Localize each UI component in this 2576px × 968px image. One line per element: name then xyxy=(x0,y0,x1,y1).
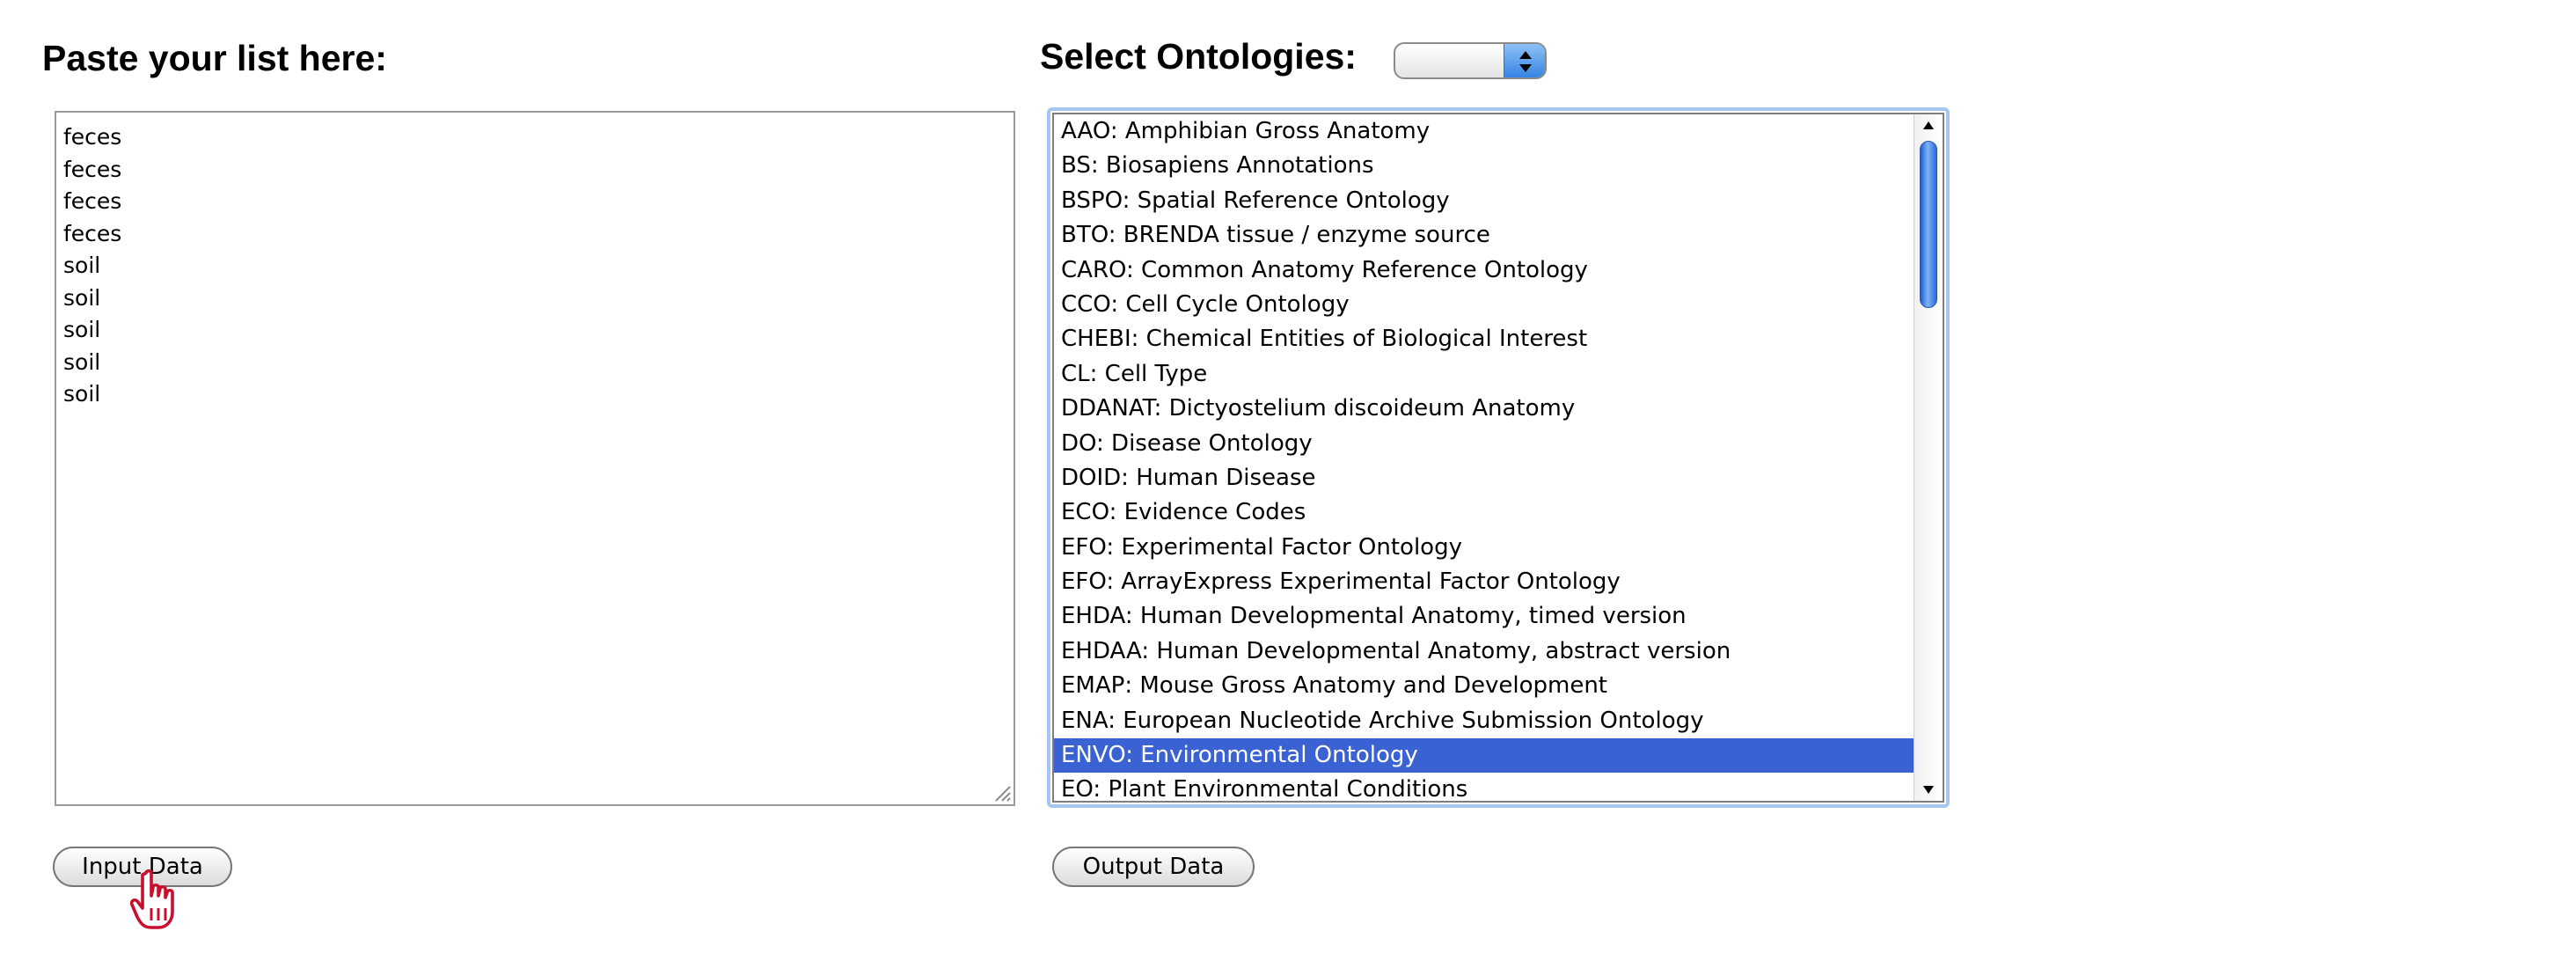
scroll-up-arrow-icon[interactable] xyxy=(1914,114,1943,139)
textarea-line: soil xyxy=(63,284,101,311)
ontology-option[interactable]: DDANAT: Dictyostelium discoideum Anatomy xyxy=(1054,392,1914,426)
textarea-line: feces xyxy=(63,124,122,150)
ontology-option[interactable]: CHEBI: Chemical Entities of Biological I… xyxy=(1054,322,1914,356)
ontology-option[interactable]: EMAP: Mouse Gross Anatomy and Developmen… xyxy=(1054,669,1914,703)
scroll-thumb[interactable] xyxy=(1920,141,1937,308)
paste-list-heading: Paste your list here: xyxy=(42,38,387,78)
ontology-option[interactable]: BS: Biosapiens Annotations xyxy=(1054,149,1914,183)
ontology-option[interactable]: CARO: Common Anatomy Reference Ontology xyxy=(1054,253,1914,288)
ontology-option[interactable]: BSPO: Spatial Reference Ontology xyxy=(1054,184,1914,218)
textarea-content: feces feces feces feces soil soil soil soil soil xyxy=(63,121,1006,411)
ontology-option[interactable]: ENA: European Nucleotide Archive Submiss… xyxy=(1054,704,1914,738)
ontology-option[interactable]: ECO: Evidence Codes xyxy=(1054,495,1914,530)
ontology-option[interactable]: ENVO: Environmental Ontology xyxy=(1054,738,1914,774)
ontology-option[interactable]: CL: Cell Type xyxy=(1054,357,1914,392)
ontology-option[interactable]: CCO: Cell Cycle Ontology xyxy=(1054,288,1914,322)
ontology-option[interactable]: DOID: Human Disease xyxy=(1054,461,1914,495)
textarea-line: feces xyxy=(63,156,122,182)
ontology-option[interactable]: EO: Plant Environmental Conditions xyxy=(1054,773,1914,801)
textarea-line: feces xyxy=(63,188,122,214)
ontology-option[interactable]: DO: Disease Ontology xyxy=(1054,427,1914,461)
ontology-option[interactable]: EFO: ArrayExpress Experimental Factor On… xyxy=(1054,565,1914,599)
textarea-line: soil xyxy=(63,348,101,375)
textarea-line: feces xyxy=(63,220,122,246)
scroll-down-arrow-icon[interactable] xyxy=(1914,776,1943,801)
textarea-line: soil xyxy=(63,381,101,407)
up-down-arrows-icon xyxy=(1504,44,1545,77)
ontology-popup-select[interactable] xyxy=(1394,42,1547,79)
ontology-option[interactable]: EHDAA: Human Developmental Anatomy, abst… xyxy=(1054,634,1914,669)
textarea-line: soil xyxy=(63,317,101,342)
output-data-button[interactable]: Output Data xyxy=(1052,847,1255,887)
hand-pointer-icon xyxy=(130,869,174,929)
ontology-option[interactable]: AAO: Amphibian Gross Anatomy xyxy=(1054,114,1914,149)
ontology-listbox[interactable]: AAO: Amphibian Gross Anatomy BS: Biosapie… xyxy=(1052,113,1944,803)
listbox-options: AAO: Amphibian Gross Anatomy BS: Biosapie… xyxy=(1054,114,1914,801)
ontology-option[interactable]: BTO: BRENDA tissue / enzyme source xyxy=(1054,218,1914,253)
textarea-line: soil xyxy=(63,253,101,278)
list-textarea[interactable]: feces feces feces feces soil soil soil soil soil xyxy=(55,111,1015,806)
ontology-option[interactable]: EFO: Experimental Factor Ontology xyxy=(1054,531,1914,565)
ontology-option[interactable]: EHDA: Human Developmental Anatomy, timed… xyxy=(1054,599,1914,634)
listbox-scrollbar[interactable] xyxy=(1914,114,1943,801)
resize-grip-icon[interactable] xyxy=(991,781,1012,803)
select-ontologies-heading: Select Ontologies: xyxy=(1040,36,1357,77)
